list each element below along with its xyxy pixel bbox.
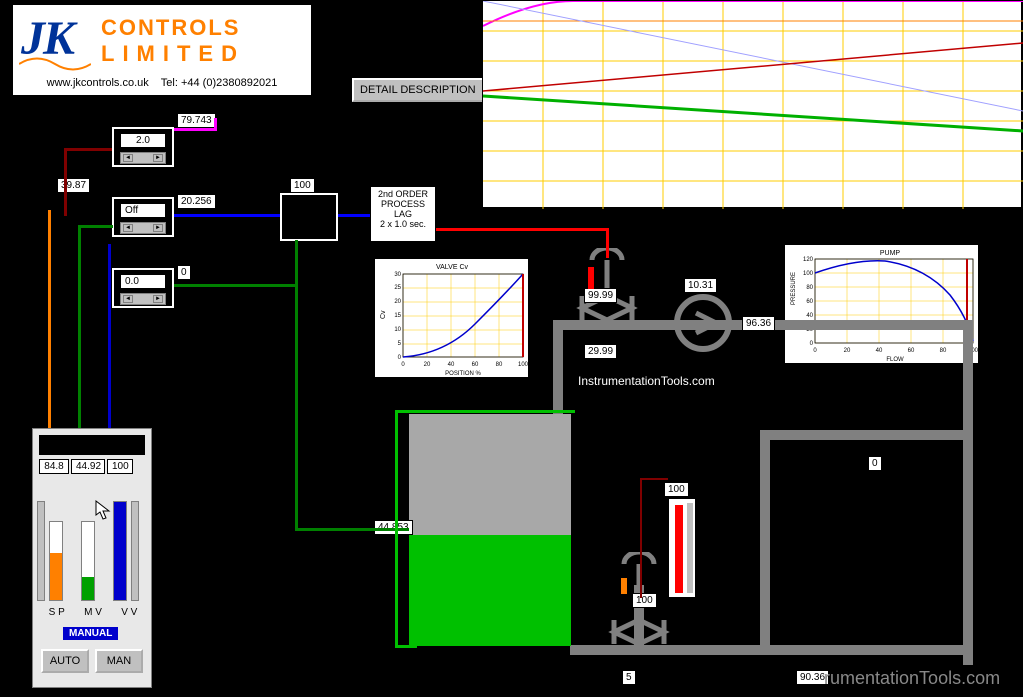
svg-text:20: 20 (844, 348, 851, 354)
svg-text:PUMP: PUMP (880, 250, 901, 257)
valve-cv-chart: VALVE Cv Cv POSITION % 0 5 10 15 20 25 30 0 20 4… (374, 258, 529, 378)
svg-text:0: 0 (398, 355, 402, 361)
sp-label: S P (49, 607, 65, 618)
ctrl-block-1[interactable]: 2.0 ◄ ► (112, 127, 174, 167)
svg-text:Cv: Cv (380, 310, 387, 319)
svg-text:100: 100 (803, 271, 814, 277)
svg-text:FLOW: FLOW (886, 357, 904, 363)
ctrl-val-1: 2.0 (120, 133, 166, 148)
controller-faceplate: 84.8 44.92 100 S P M V V V MANUAL AUTO M… (32, 428, 152, 688)
svg-text:PRESSURE: PRESSURE (791, 272, 797, 305)
svg-text:20: 20 (424, 362, 431, 368)
watermark-2: rumentationTools.com (824, 668, 1000, 689)
svg-text:10: 10 (394, 327, 401, 333)
vv-value: 100 (107, 459, 133, 474)
readout-lower-100a: 100 (664, 482, 689, 497)
readout-39-87: 39.87 (57, 178, 90, 193)
readout-pump-out: 96.36 (742, 316, 775, 331)
ctrl-val-2: Off (120, 203, 166, 218)
readout-lower-5: 5 (622, 670, 636, 685)
valve2-indicator (621, 578, 627, 594)
mv-bar-track[interactable] (81, 521, 95, 601)
logo-line2: LIMITED (101, 41, 245, 67)
svg-text:80: 80 (940, 348, 947, 354)
ctrl-block-2[interactable]: Off ◄ ► (112, 197, 174, 237)
svg-text:20: 20 (394, 299, 401, 305)
svg-text:120: 120 (803, 257, 814, 263)
svg-text:40: 40 (448, 362, 455, 368)
dec-1[interactable]: ◄ (123, 154, 133, 162)
mode-indicator: MANUAL (63, 627, 118, 640)
logo-line1: CONTROLS (101, 15, 245, 41)
bargraph-scale (687, 503, 693, 593)
svg-text:60: 60 (806, 299, 813, 305)
inc-1[interactable]: ► (153, 154, 163, 162)
cursor-icon (95, 500, 113, 522)
svg-text:5: 5 (398, 341, 402, 347)
svg-text:80: 80 (496, 362, 503, 368)
bargraph-fill (675, 505, 683, 593)
inc-2[interactable]: ► (153, 224, 163, 232)
readout-valve-up: 99.99 (584, 288, 617, 303)
svg-text:25: 25 (394, 285, 401, 291)
readout-pump-in: 10.31 (684, 278, 717, 293)
svg-text:100: 100 (518, 362, 529, 368)
mv-value: 44.92 (71, 459, 105, 474)
lag-block: 2nd ORDER PROCESS LAG 2 x 1.0 sec. (370, 186, 436, 242)
readout-0: 0 (177, 265, 191, 280)
readout-79-743: 79.743 (177, 113, 216, 128)
bargraph-panel (668, 498, 696, 598)
vv-scrollbar[interactable] (131, 501, 139, 601)
svg-text:40: 40 (876, 348, 883, 354)
vv-label: V V (121, 607, 137, 618)
svg-text:40: 40 (806, 313, 813, 319)
summing-block (280, 193, 338, 241)
sp-scrollbar[interactable] (37, 501, 45, 601)
detail-description-button[interactable]: DETAIL DESCRIPTION (352, 78, 484, 102)
readout-20-256: 20.256 (177, 194, 216, 209)
readout-right-0: 0 (868, 456, 882, 471)
watermark-1: InstrumentationTools.com (578, 374, 715, 388)
pipe-branch-right (760, 430, 973, 440)
readout-valve-dn: 29.99 (584, 344, 617, 359)
sp-value: 84.8 (39, 459, 69, 474)
svg-text:80: 80 (806, 285, 813, 291)
logo-url: www.jkcontrols.co.uk (47, 77, 149, 89)
ctrl-block-3[interactable]: 0.0 ◄ ► (112, 268, 174, 308)
tank (409, 414, 571, 646)
tank-level (409, 535, 571, 646)
pump-chart: PUMP PRESSURE FLOW 020406080100120 02040… (784, 244, 979, 364)
svg-text:15: 15 (394, 313, 401, 319)
svg-text:60: 60 (908, 348, 915, 354)
sp-bar-track[interactable] (49, 521, 63, 601)
dec-2[interactable]: ◄ (123, 224, 133, 232)
pipe-down1 (553, 320, 563, 420)
logo-tel: Tel: +44 (0)2380892021 (161, 77, 278, 89)
man-button[interactable]: MAN (95, 649, 143, 673)
auto-button[interactable]: AUTO (41, 649, 89, 673)
pipe-right-vert (963, 320, 973, 665)
svg-text:60: 60 (472, 362, 479, 368)
vv-bar-track[interactable] (113, 501, 127, 601)
svg-text:30: 30 (394, 272, 401, 278)
trend-chart (482, 0, 1022, 208)
controller-display (39, 435, 145, 455)
svg-text:0: 0 (401, 362, 405, 368)
readout-100: 100 (290, 178, 315, 193)
dec-3[interactable]: ◄ (123, 295, 133, 303)
mv-label: M V (84, 607, 102, 618)
svg-text:VALVE Cv: VALVE Cv (436, 264, 469, 271)
svg-text:0: 0 (813, 348, 817, 354)
pump-icon (672, 292, 734, 354)
valve-indicator-red (588, 267, 594, 289)
svg-text:0: 0 (810, 341, 814, 347)
inc-3[interactable]: ► (153, 295, 163, 303)
svg-text:POSITION %: POSITION % (445, 371, 481, 377)
readout-lower-100b: 100 (632, 593, 657, 608)
ctrl-val-3: 0.0 (120, 274, 166, 289)
